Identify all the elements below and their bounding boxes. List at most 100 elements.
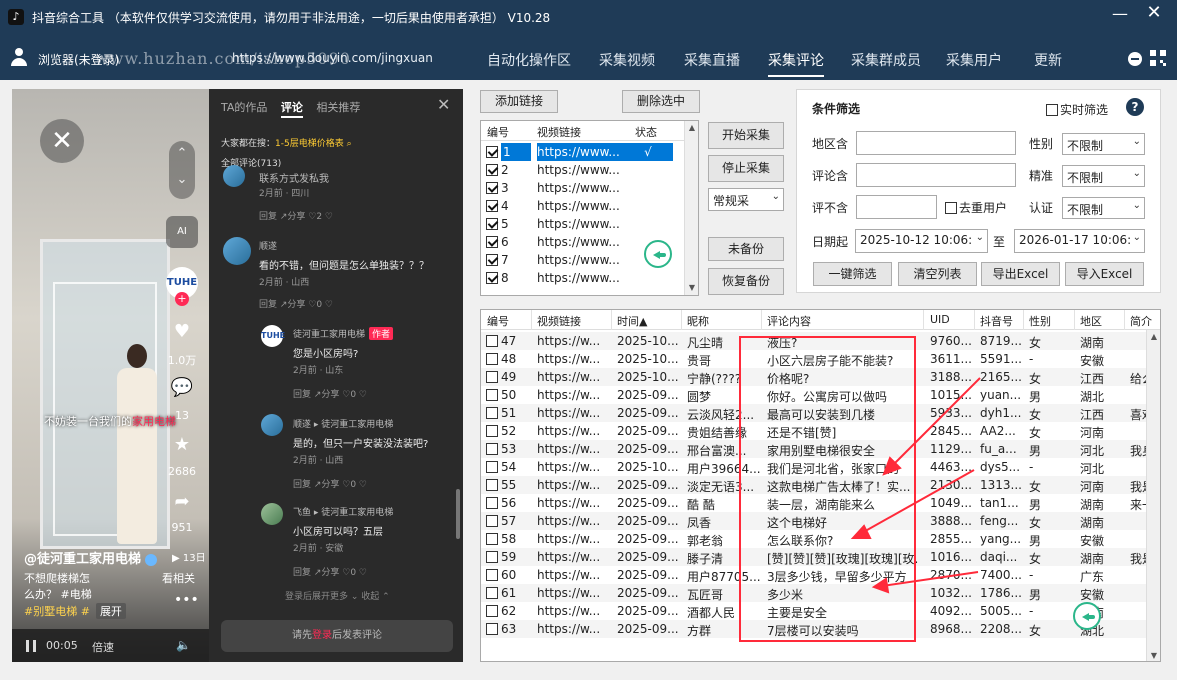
video-player[interactable]: ✕ ⌃ ⌄ AI TUHE + ♥ 1.0万 💬 13 ★ 2686 ➦ 951 … <box>12 89 209 662</box>
col-status[interactable]: 状态 <box>635 124 657 140</box>
one-click-filter-button[interactable]: 一键筛选 <box>813 262 892 286</box>
table-row[interactable]: 54 https://w... 2025-10... 用户39664... 我们是河北省… <box>481 458 1148 476</box>
col-id[interactable]: 编号 <box>487 313 509 329</box>
reply-actions[interactable]: 回复 ↗分享 ♡0 ♡ <box>293 477 367 490</box>
add-link-button[interactable]: 添加链接 <box>480 90 558 113</box>
reply-user[interactable]: 顺遂 ▸ 徒河重工家用电梯 <box>293 417 393 430</box>
back-arrow-icon[interactable] <box>644 240 672 268</box>
row-checkbox[interactable] <box>486 551 498 563</box>
star-icon[interactable]: ★ <box>170 434 194 455</box>
link-row[interactable]: 3 https://www... <box>481 179 686 197</box>
reply-user[interactable]: 飞鱼 ▸ 徒河重工家用电梯 <box>293 505 393 518</box>
row-checkbox[interactable] <box>486 515 498 527</box>
row-checkbox[interactable] <box>486 218 498 230</box>
comment-user[interactable]: 顺遂 <box>259 239 277 252</box>
col-nickname[interactable]: 昵称 <box>687 313 709 329</box>
volume-icon[interactable]: 🔈 <box>176 638 191 652</box>
row-checkbox[interactable] <box>486 335 498 347</box>
tab-automation[interactable]: 自动化操作区 <box>487 50 571 70</box>
col-video-link[interactable]: 视频链接 <box>537 124 581 140</box>
close-panel-icon[interactable]: ✕ <box>437 95 450 114</box>
expand-more-replies[interactable]: 登录后展开更多 ⌄ 收起 ⌃ <box>285 589 390 602</box>
table-row[interactable]: 53 https://w... 2025-09... 邢台富澳... 家用别墅电梯很安全… <box>481 440 1148 458</box>
table-row[interactable]: 59 https://w... 2025-09... 滕子清 [赞][赞][赞][玫瑰]… <box>481 548 1148 566</box>
backup-status-button[interactable]: 未备份 <box>708 237 784 261</box>
table-row[interactable]: 61 https://w... 2025-09... 瓦匠哥 多少米 1032... 178… <box>481 584 1148 602</box>
reply-actions[interactable]: 回复 ↗分享 ♡0 ♡ <box>293 565 367 578</box>
comment-excludes-input[interactable] <box>856 195 937 219</box>
table-row[interactable]: 47 https://w... 2025-10... 凡尘晴 液压? 9760... 871… <box>481 332 1148 350</box>
close-video-icon[interactable]: ✕ <box>40 119 84 163</box>
tab-author-works[interactable]: TA的作品 <box>221 101 267 114</box>
comment-avatar[interactable] <box>223 237 251 265</box>
comment-contains-input[interactable] <box>856 163 1016 187</box>
table-row[interactable]: 57 https://w... 2025-09... 凤香 这个电梯好 3888... fe… <box>481 512 1148 530</box>
row-checkbox[interactable] <box>486 479 498 491</box>
table-row[interactable]: 63 https://w... 2025-09... 方群 7层楼可以安装吗 8968..… <box>481 620 1148 638</box>
tab-collect-group-members[interactable]: 采集群成员 <box>851 50 921 70</box>
more-dots-icon[interactable]: ••• <box>174 592 199 608</box>
link-list-scrollbar[interactable]: ▲ ▼ <box>684 121 698 295</box>
minimize-button[interactable]: — <box>1110 4 1130 24</box>
col-bio[interactable]: 简介 <box>1130 313 1152 329</box>
scroll-up-icon[interactable]: ▲ <box>1147 330 1160 344</box>
user-icon[interactable] <box>10 48 28 68</box>
link-row[interactable]: 2 https://www... <box>481 161 686 179</box>
col-video-link[interactable]: 视频链接 <box>537 313 581 329</box>
minus-circle-icon[interactable] <box>1128 52 1142 66</box>
row-checkbox[interactable] <box>486 146 498 158</box>
scroll-down-icon[interactable]: ▼ <box>685 281 698 295</box>
comments-table[interactable]: 编号 视频链接 时间▲ 昵称 评论内容 UID 抖音号 性别 地区 简介 47 h… <box>480 309 1161 662</box>
link-row[interactable]: 5 https://www... <box>481 215 686 233</box>
row-checkbox[interactable] <box>486 371 498 383</box>
search-suggestion[interactable]: 大家都在搜：1-5层电梯价格表 ⌕ <box>221 136 352 149</box>
reply-avatar[interactable] <box>261 414 283 436</box>
reply-avatar[interactable] <box>261 503 283 525</box>
precise-select[interactable]: 不限制 ⌄ <box>1062 165 1145 187</box>
reply-avatar[interactable]: TUHE <box>261 325 285 347</box>
tab-collect-comments[interactable]: 采集评论 <box>768 50 824 77</box>
export-excel-button[interactable]: 导出Excel <box>981 262 1060 286</box>
link-row[interactable]: 1 https://www... √ <box>481 143 686 161</box>
reply-user[interactable]: 徒河重工家用电梯 作者 <box>293 327 394 340</box>
row-checkbox[interactable] <box>486 605 498 617</box>
login-to-comment-bar[interactable]: 请先登录后发表评论 <box>221 620 453 652</box>
row-checkbox[interactable] <box>486 254 498 266</box>
comment-avatar[interactable] <box>223 165 245 187</box>
tab-update[interactable]: 更新 <box>1034 50 1062 70</box>
panel-scrollbar[interactable] <box>456 489 460 539</box>
table-row[interactable]: 48 https://w... 2025-10... 贵哥 小区六层房子能不能装? 361… <box>481 350 1148 368</box>
close-button[interactable]: ✕ <box>1142 2 1166 26</box>
table-row[interactable]: 51 https://w... 2025-09... 云淡风轻2... 最高可以安装到几… <box>481 404 1148 422</box>
row-checkbox[interactable] <box>486 443 498 455</box>
col-uid[interactable]: UID <box>930 313 950 326</box>
table-row[interactable]: 52 https://w... 2025-09... 贵姐结善缘 还是不错[赞] 2845… <box>481 422 1148 440</box>
row-checkbox[interactable] <box>486 236 498 248</box>
row-checkbox[interactable] <box>486 353 498 365</box>
link-row[interactable]: 8 https://www... <box>481 269 686 287</box>
clear-list-button[interactable]: 清空列表 <box>898 262 977 286</box>
tab-collect-videos[interactable]: 采集视频 <box>599 50 655 70</box>
start-collect-button[interactable]: 开始采集 <box>708 122 784 149</box>
pause-icon[interactable] <box>26 640 36 652</box>
related-link[interactable]: 看相关 <box>162 570 195 586</box>
help-icon[interactable]: ? <box>1126 98 1144 116</box>
col-gender[interactable]: 性别 <box>1029 313 1051 329</box>
row-checkbox[interactable] <box>486 587 498 599</box>
table-row[interactable]: 62 https://w... 2025-09... 酒都人民 主要是安全 4092...… <box>481 602 1148 620</box>
tab-collect-users[interactable]: 采集用户 <box>946 50 1002 70</box>
row-checkbox[interactable] <box>486 182 498 194</box>
row-checkbox[interactable] <box>486 425 498 437</box>
row-checkbox[interactable] <box>486 533 498 545</box>
col-time[interactable]: 时间▲ <box>617 313 647 329</box>
verify-select[interactable]: 不限制 ⌄ <box>1062 197 1145 219</box>
speed-button[interactable]: 倍速 <box>92 639 114 655</box>
delete-selected-button[interactable]: 删除选中 <box>622 90 700 113</box>
author-name[interactable]: @徒河重工家用电梯 <box>24 548 158 567</box>
col-region[interactable]: 地区 <box>1080 313 1102 329</box>
table-row[interactable]: 49 https://w... 2025-10... 宁静(???? 价格呢? 3188.… <box>481 368 1148 386</box>
row-checkbox[interactable] <box>486 200 498 212</box>
stop-collect-button[interactable]: 停止采集 <box>708 155 784 182</box>
tab-comments[interactable]: 评论 <box>280 101 303 118</box>
follow-plus-icon[interactable]: + <box>175 292 189 306</box>
